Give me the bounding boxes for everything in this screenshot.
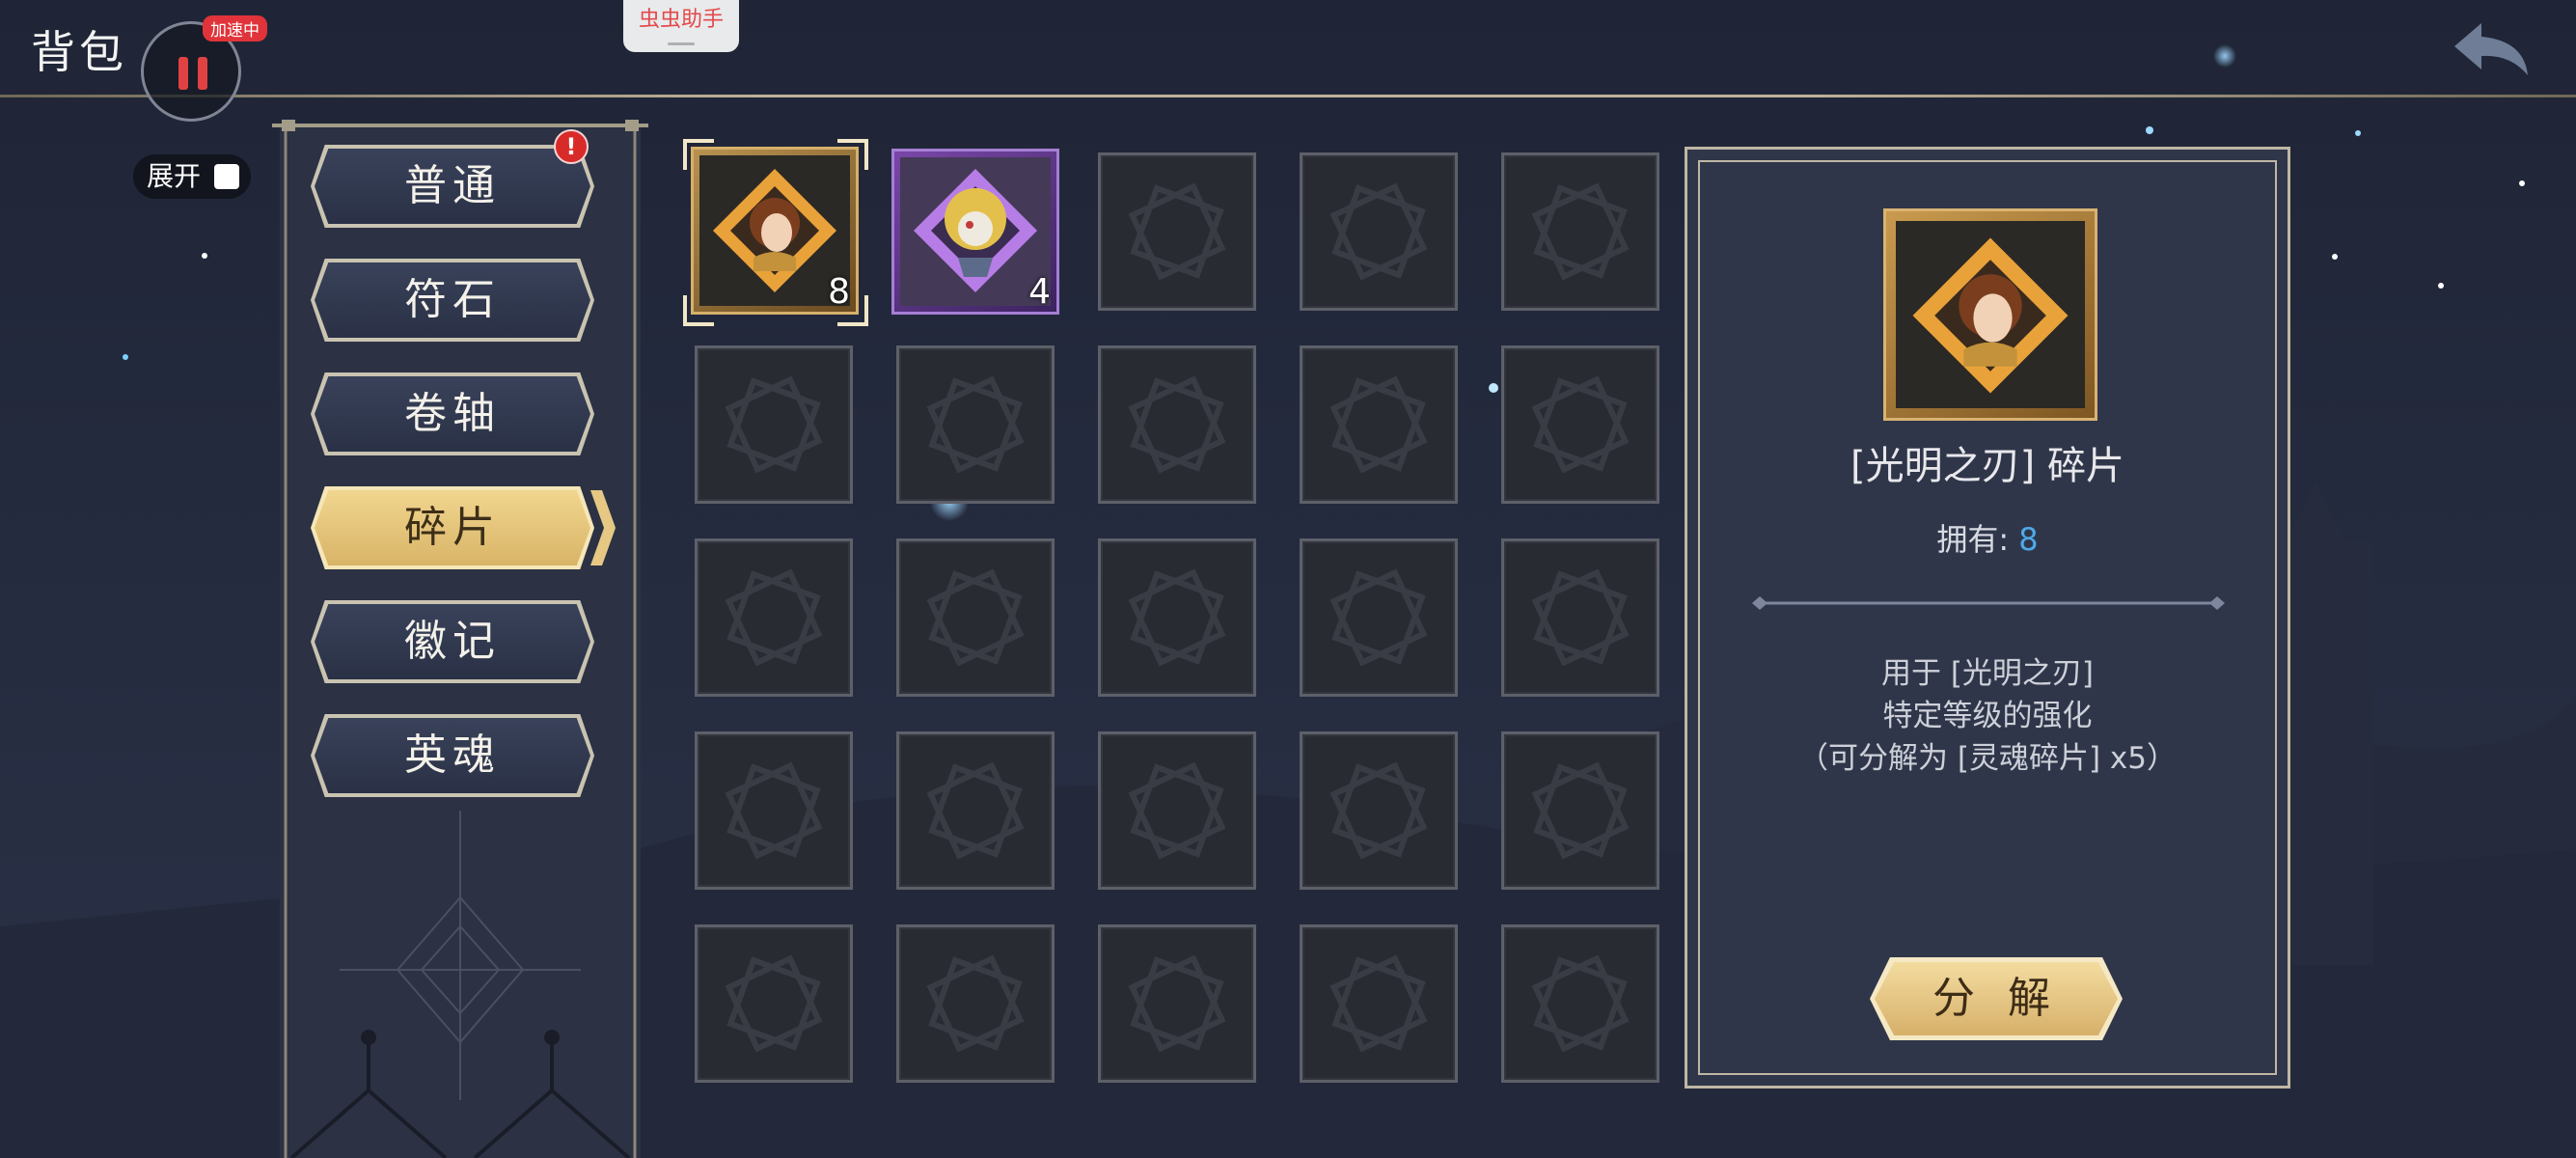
empty-slot-pattern-icon (698, 734, 850, 887)
inventory-slot-empty[interactable] (695, 731, 853, 890)
empty-slot-pattern-icon (899, 734, 1052, 887)
category-tab-label: 英魂 (404, 731, 501, 780)
description-line: 用于 [光明之刃] (1880, 656, 2095, 691)
category-tab-label: 卷轴 (404, 389, 501, 438)
selection-corner (683, 139, 714, 170)
blade-of-light-fragment-icon (713, 169, 836, 292)
description-line: （可分解为 [灵魂碎片] x5） (1798, 741, 2177, 776)
category-tab-normal[interactable]: 普通 (311, 145, 594, 228)
speed-badge: 加速中 (203, 15, 267, 41)
owned-label: 拥有: (1936, 521, 2010, 558)
empty-slot-pattern-icon (1101, 348, 1253, 501)
empty-slot-pattern-icon (1302, 541, 1455, 694)
inventory-slot-empty[interactable] (896, 538, 1055, 697)
inventory-slot-empty[interactable] (1098, 731, 1256, 890)
owned-value: 8 (2018, 521, 2039, 558)
pause-icon-bar (198, 57, 207, 90)
inventory-slot-empty[interactable] (695, 538, 853, 697)
page-title: 背包 (31, 26, 127, 78)
owned-count: 拥有: 8 (1685, 515, 2290, 560)
active-tab-arrow-icon (590, 490, 616, 565)
selection-corner (837, 139, 868, 170)
selection-corner (683, 295, 714, 326)
inventory-slot-empty[interactable] (1300, 924, 1458, 1083)
description-line: 特定等级的强化 (1882, 699, 2093, 733)
inventory-slot-empty[interactable] (695, 345, 853, 504)
golden-mask-fragment-icon (914, 169, 1037, 292)
back-arrow-icon[interactable] (2449, 15, 2537, 83)
category-tab-runestone[interactable]: 符石 (311, 259, 594, 342)
empty-slot-pattern-icon (1101, 155, 1253, 308)
grip-handle-icon (668, 42, 695, 45)
expand-button[interactable]: 展开 (133, 154, 251, 199)
empty-slot-pattern-icon (1302, 348, 1455, 501)
inventory-slot-empty[interactable] (1501, 152, 1659, 311)
category-tab-scroll[interactable]: 卷轴 (311, 372, 594, 455)
empty-slot-pattern-icon (1101, 927, 1253, 1080)
empty-slot-pattern-icon (1302, 734, 1455, 887)
inventory-slot-empty[interactable] (1501, 345, 1659, 504)
empty-slot-pattern-icon (1101, 541, 1253, 694)
empty-slot-pattern-icon (1302, 155, 1455, 308)
category-tab-label: 符石 (404, 275, 501, 324)
inventory-item-mask-fragment[interactable]: 4 (891, 149, 1059, 315)
alert-badge: ! (554, 129, 589, 164)
empty-slot-pattern-icon (899, 927, 1052, 1080)
inventory-slot-empty[interactable] (896, 924, 1055, 1083)
helper-tab-label: 虫虫助手 (638, 8, 724, 32)
empty-slot-pattern-icon (698, 927, 850, 1080)
inventory-slot-empty[interactable] (1098, 152, 1256, 311)
detail-item-image (1883, 208, 2097, 421)
inventory-slot-empty[interactable] (1501, 538, 1659, 697)
inventory-slot-empty[interactable] (1300, 345, 1458, 504)
category-tab-label: 碎片 (404, 503, 501, 552)
category-tab-hero-soul[interactable]: 英魂 (311, 714, 594, 797)
inventory-slot-empty[interactable] (896, 731, 1055, 890)
item-count: 4 (1028, 272, 1051, 312)
inventory-item-blade-fragment[interactable]: 8 (691, 147, 859, 315)
empty-slot-pattern-icon (1504, 734, 1657, 887)
inventory-slot-empty[interactable] (1501, 731, 1659, 890)
item-name: [光明之刃] 碎片 (1850, 444, 2124, 488)
category-tab-label: 徽记 (404, 617, 501, 666)
inventory-slot-empty[interactable] (1098, 345, 1256, 504)
decompose-button[interactable]: 分 解 (1870, 957, 2123, 1040)
empty-slot-pattern-icon (1504, 348, 1657, 501)
category-tab-fragments[interactable]: 碎片 (311, 486, 594, 569)
category-tab-emblem[interactable]: 徽记 (311, 600, 594, 683)
top-bar: 背包 加速中 虫虫助手 (0, 0, 2576, 122)
empty-slot-pattern-icon (899, 541, 1052, 694)
decompose-button-label: 分 解 (1932, 974, 2060, 1023)
pause-icon (178, 57, 188, 90)
inventory-slot-empty[interactable] (1501, 924, 1659, 1083)
inventory-slot-empty[interactable] (695, 924, 853, 1083)
selection-corner (837, 295, 868, 326)
inventory-slot-empty[interactable] (1300, 731, 1458, 890)
empty-slot-pattern-icon (1504, 541, 1657, 694)
dice-icon (214, 164, 239, 189)
empty-slot-pattern-icon (698, 348, 850, 501)
inventory-slot-empty[interactable] (1300, 152, 1458, 311)
panel-divider (1752, 596, 2225, 610)
inventory-slot-empty[interactable] (1098, 538, 1256, 697)
category-tab-label: 普通 (404, 161, 501, 210)
item-description: 用于 [光明之刃] 特定等级的强化 （可分解为 [灵魂碎片] x5） (1685, 652, 2290, 780)
empty-slot-pattern-icon (1504, 155, 1657, 308)
inventory-slot-empty[interactable] (896, 345, 1055, 504)
empty-slot-pattern-icon (698, 541, 850, 694)
expand-label: 展开 (147, 160, 202, 192)
helper-tab[interactable]: 虫虫助手 (623, 0, 739, 52)
empty-slot-pattern-icon (1302, 927, 1455, 1080)
inventory-slot-empty[interactable] (1098, 924, 1256, 1083)
empty-slot-pattern-icon (899, 348, 1052, 501)
empty-slot-pattern-icon (1504, 927, 1657, 1080)
blade-of-light-fragment-icon (1912, 237, 2069, 394)
empty-slot-pattern-icon (1101, 734, 1253, 887)
inventory-slot-empty[interactable] (1300, 538, 1458, 697)
